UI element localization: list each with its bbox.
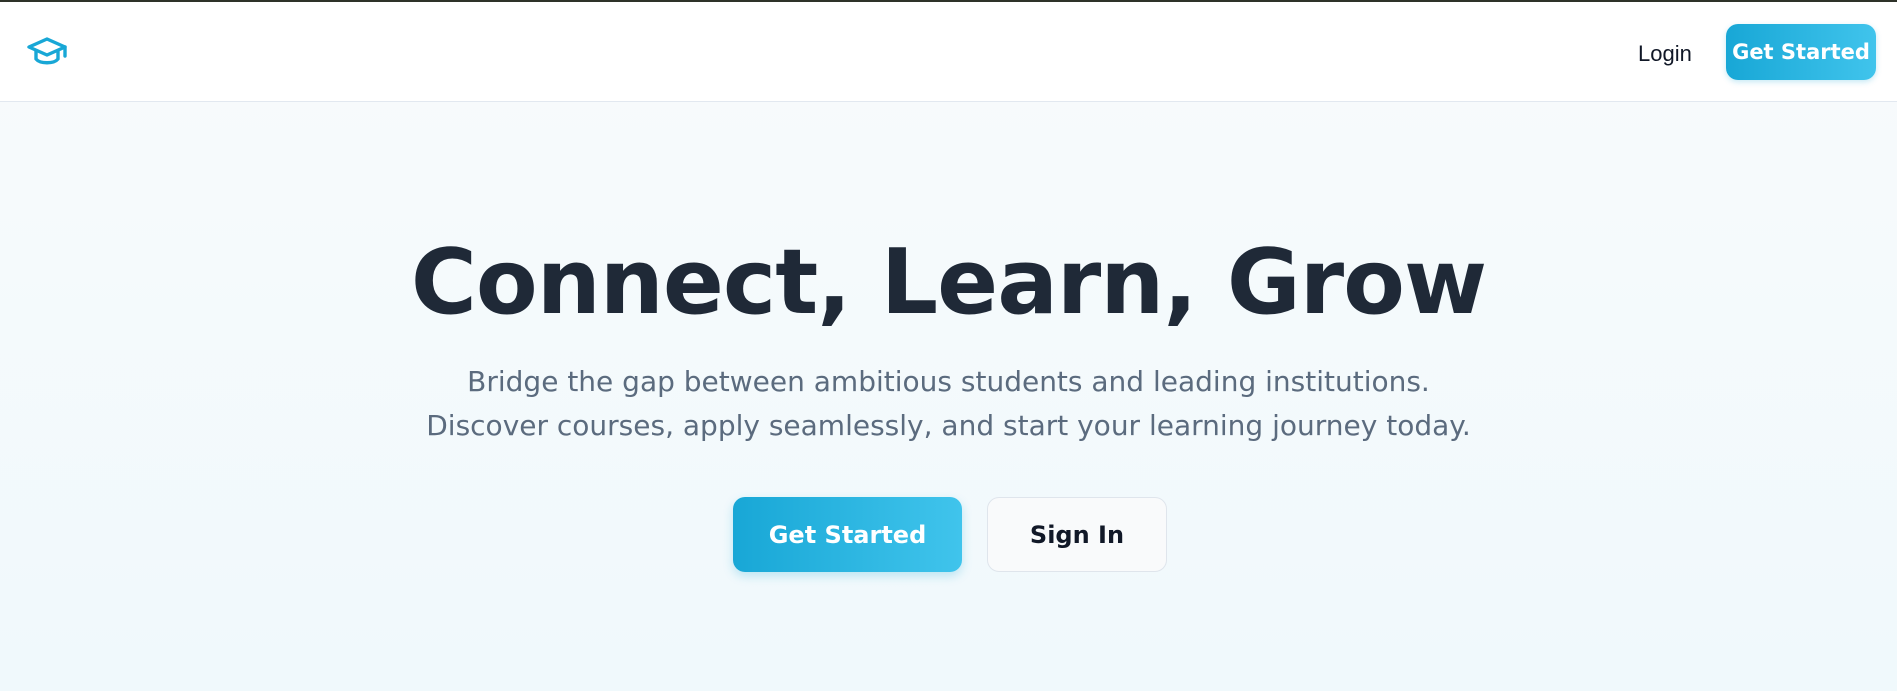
hero-title: Connect, Learn, Grow (410, 230, 1487, 335)
site-header: Login Get Started (0, 2, 1897, 102)
login-link[interactable]: Login (1626, 32, 1704, 76)
hero-sign-in-button[interactable]: Sign In (987, 497, 1167, 572)
hero-subtitle: Bridge the gap between ambitious student… (0, 360, 1897, 448)
logo[interactable] (26, 34, 68, 70)
hero-subtitle-line-1: Bridge the gap between ambitious student… (467, 365, 1430, 398)
hero-subtitle-line-2: Discover courses, apply seamlessly, and … (426, 409, 1471, 442)
header-get-started-button[interactable]: Get Started (1726, 24, 1876, 80)
hero-get-started-button[interactable]: Get Started (733, 497, 962, 572)
graduation-cap-icon (27, 37, 67, 65)
